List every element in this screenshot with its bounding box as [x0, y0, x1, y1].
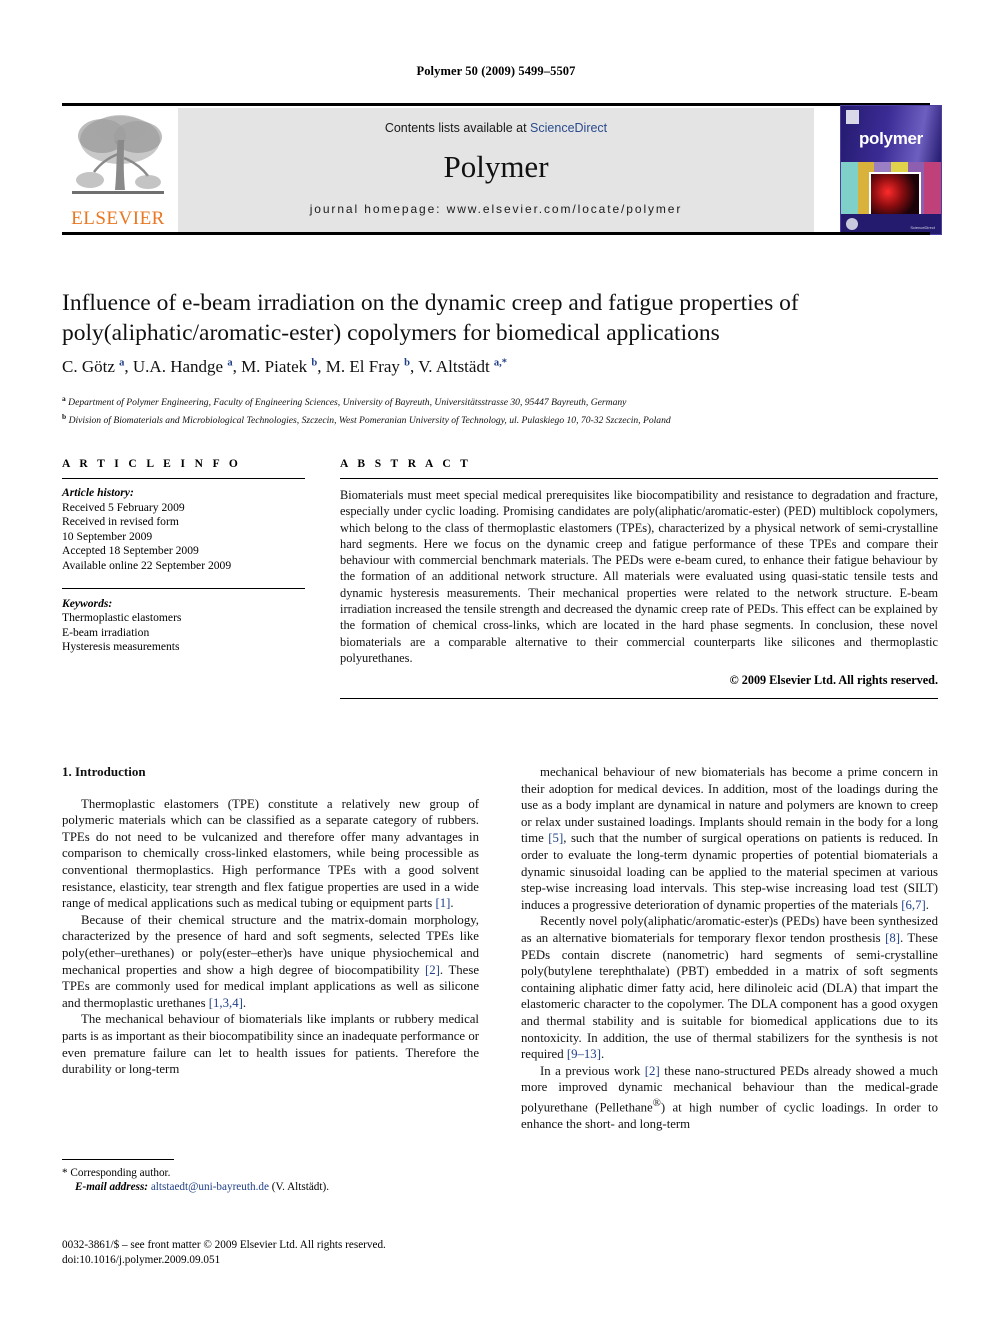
article-history-label: Article history: [62, 486, 134, 499]
affiliation-a: a Department of Polymer Engineering, Fac… [62, 394, 627, 409]
cover-tile [924, 162, 941, 214]
history-item: Received in revised form [62, 515, 179, 529]
contents-line: Contents lists available at ScienceDirec… [178, 121, 814, 135]
corresponding-email-line: E-mail address: altstaedt@uni-bayreuth.d… [62, 1180, 479, 1194]
sciencedirect-link[interactable]: ScienceDirect [530, 121, 607, 135]
body-paragraph: The mechanical behaviour of biomaterials… [62, 1012, 479, 1077]
citation-link[interactable]: [8] [885, 931, 900, 945]
body-paragraph: Because of their chemical structure and … [62, 912, 479, 1010]
body-left-column: 1. Introduction Thermoplastic elastomers… [62, 764, 479, 1078]
footnote-block: * Corresponding author. E-mail address: … [62, 1159, 479, 1195]
article-history: Article history: Received 5 February 200… [62, 486, 305, 574]
affiliation-b: b Division of Biomaterials and Microbiol… [62, 411, 671, 426]
masthead-bottom-rule [62, 232, 930, 235]
article-info-heading: A R T I C L E I N F O [62, 458, 242, 470]
cover-elsevier-mark-icon [846, 110, 859, 124]
journal-cover-thumbnail: polymer ScienceDirect [840, 105, 942, 235]
keywords-label: Keywords: [62, 596, 113, 610]
cover-tile [841, 162, 858, 214]
abstract-column: A B S T R A C T Biomaterials must meet s… [340, 458, 938, 700]
body-paragraph: Recently novel poly(aliphatic/aromatic-e… [521, 914, 938, 1062]
history-item: Accepted 18 September 2009 [62, 544, 199, 558]
body-right-column: mechanical behaviour of new biomaterials… [521, 764, 938, 1132]
section-title-introduction: 1. Introduction [62, 764, 146, 779]
abstract-heading: A B S T R A C T [340, 458, 472, 470]
affiliations: a Department of Polymer Engineering, Fac… [62, 392, 938, 427]
keywords-rule [62, 587, 305, 589]
article-info-rule [62, 478, 305, 479]
email-address-link[interactable]: altstaedt@uni-bayreuth.de [151, 1181, 269, 1193]
email-owner: (V. Altstädt). [271, 1181, 330, 1194]
cover-journal-title: polymer [858, 129, 924, 148]
keyword-item: E-beam irradiation [62, 625, 150, 639]
body-paragraph: Thermoplastic elastomers (TPE) constitut… [62, 796, 479, 911]
footnote-rule [62, 1159, 174, 1160]
corresponding-author-note: * Corresponding author. [62, 1167, 171, 1179]
affiliation-a-text: Department of Polymer Engineering, Facul… [68, 397, 627, 409]
history-item: 10 September 2009 [62, 529, 153, 543]
history-item: Received 5 February 2009 [62, 500, 185, 514]
keywords-block: Keywords: Thermoplastic elastomers E-bea… [62, 597, 305, 655]
citation-link[interactable]: [1] [435, 896, 450, 910]
elsevier-logo: ELSEVIER [62, 108, 174, 232]
abstract-text: Biomaterials must meet special medical p… [340, 488, 938, 665]
masthead-top-rule [62, 103, 930, 106]
journal-homepage-link[interactable]: journal homepage: www.elsevier.com/locat… [178, 202, 814, 216]
citation-link[interactable]: [5] [548, 831, 563, 845]
citation-link[interactable]: [9–13] [567, 1047, 601, 1061]
elsevier-tree-icon [72, 115, 164, 194]
contents-banner: Contents lists available at ScienceDirec… [178, 108, 814, 232]
imprint-block: 0032-3861/$ – see front matter © 2009 El… [62, 1238, 492, 1267]
abstract-copyright: © 2009 Elsevier Ltd. All rights reserved… [729, 673, 938, 688]
history-item: Available online 22 September 2009 [62, 558, 232, 572]
cover-seal-icon [846, 218, 858, 230]
article-info-column: A R T I C L E I N F O Article history: R… [62, 458, 305, 655]
journal-title: Polymer [443, 149, 549, 184]
keyword-item: Hysteresis measurements [62, 640, 180, 654]
keyword-item: Thermoplastic elastomers [62, 611, 182, 625]
cover-micrograph-inset [869, 172, 921, 216]
email-label: E-mail address: [75, 1181, 149, 1194]
running-head: Polymer 50 (2009) 5499–5507 [416, 64, 576, 78]
citation-link[interactable]: [6,7] [901, 898, 926, 912]
author-list: C. Götz a, U.A. Handge a, M. Piatek b, M… [62, 357, 508, 376]
doi-line[interactable]: doi:10.1016/j.polymer.2009.09.051 [62, 1253, 492, 1268]
body-paragraph: mechanical behaviour of new biomaterials… [521, 765, 938, 912]
issn-line: 0032-3861/$ – see front matter © 2009 El… [62, 1239, 386, 1251]
citation-link[interactable]: [2] [645, 1064, 660, 1078]
citation-link[interactable]: [2] [425, 963, 440, 977]
journal-article-page: Polymer 50 (2009) 5499–5507 ELSEVIER Con… [0, 0, 992, 1323]
citation-link[interactable]: [1,3,4] [209, 996, 243, 1010]
cover-sciencedirect-label: ScienceDirect [910, 225, 935, 230]
abstract-rule [340, 478, 938, 479]
contents-prefix: Contents lists available at [384, 121, 531, 135]
abstract-bottom-rule [340, 698, 938, 700]
elsevier-wordmark: ELSEVIER [71, 208, 165, 229]
body-paragraph: In a previous work [2] these nano-struct… [521, 1063, 938, 1131]
affiliation-b-text: Division of Biomaterials and Microbiolog… [68, 414, 671, 426]
article-title: Influence of e-beam irradiation on the d… [62, 290, 799, 346]
journal-masthead: ELSEVIER Contents lists available at Sci… [62, 103, 942, 235]
